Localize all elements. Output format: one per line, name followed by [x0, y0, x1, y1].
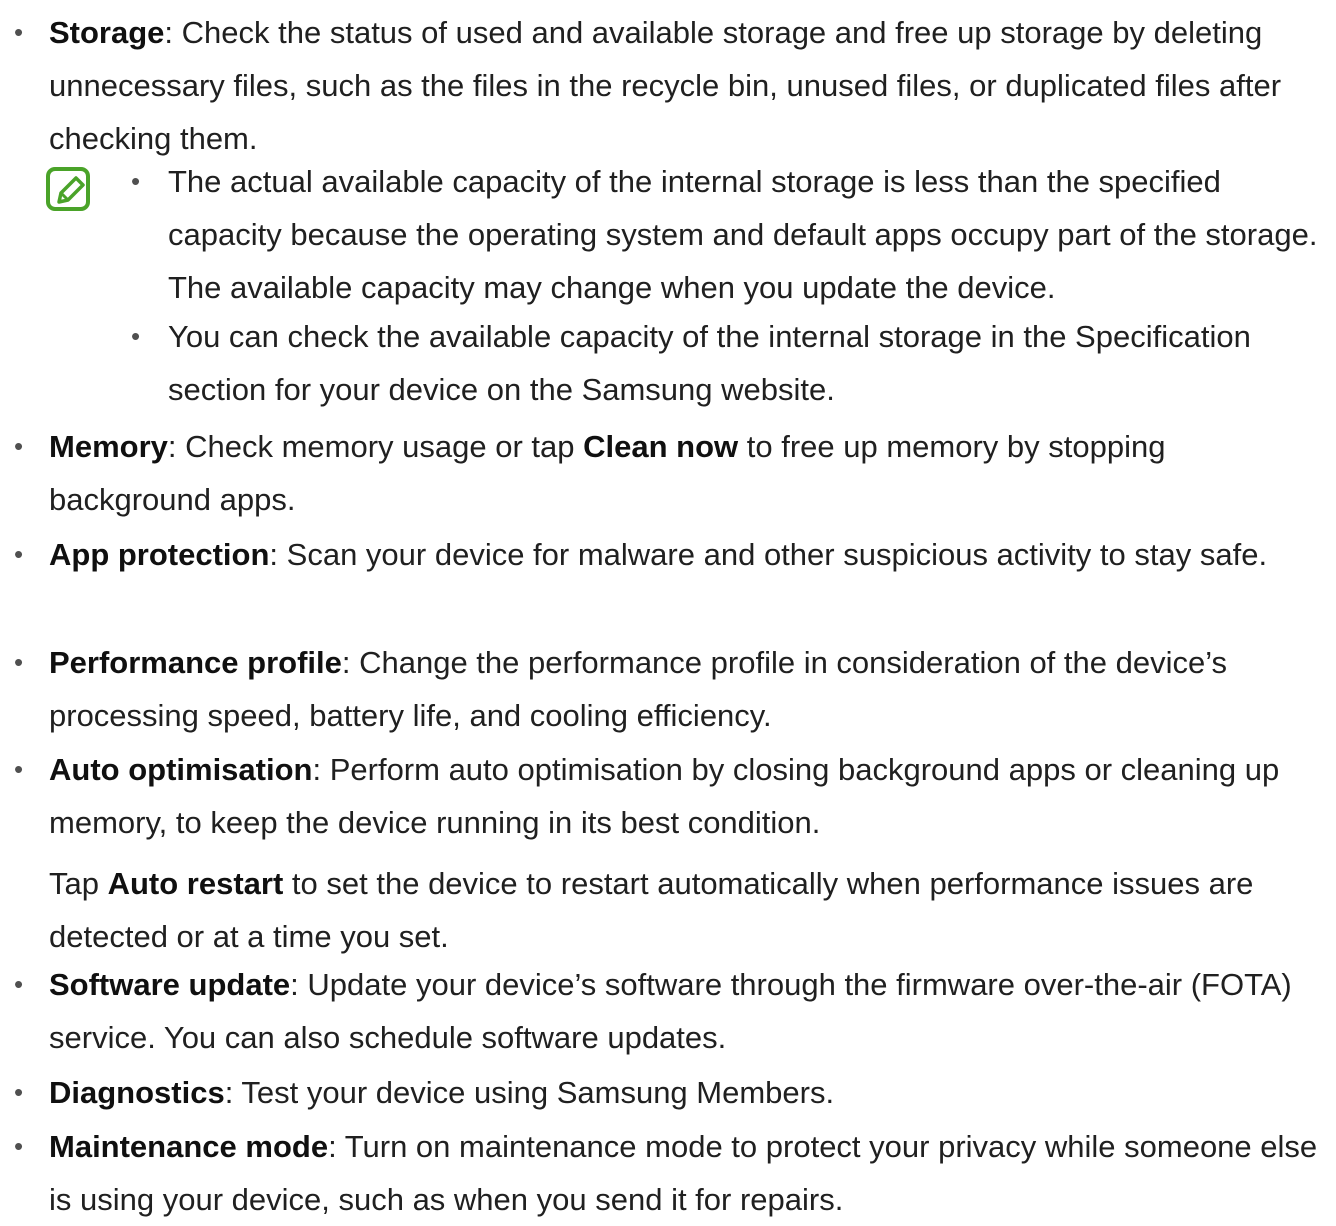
bullet: •: [14, 431, 24, 461]
item-text: Memory: Check memory usage or tap Clean …: [49, 420, 1329, 526]
bullet: •: [14, 17, 24, 47]
item-desc: : Scan your device for malware and other…: [269, 537, 1268, 572]
bullet: •: [14, 539, 24, 569]
item-term: Maintenance mode: [49, 1129, 329, 1164]
item-desc: : Check the status of used and available…: [49, 15, 1282, 156]
item-desc: : Check memory usage or tap: [167, 429, 584, 464]
item-text: Diagnostics: Test your device using Sams…: [49, 1066, 1329, 1119]
bullet: •: [14, 647, 24, 677]
item-text: Performance profile: Change the performa…: [49, 636, 1329, 742]
item-text: Auto optimisation: Perform auto optimisa…: [49, 743, 1329, 849]
item-text: Storage: Check the status of used and av…: [49, 6, 1329, 165]
note-text: The actual available capacity of the int…: [168, 164, 1318, 305]
bullet: •: [131, 166, 141, 196]
item-text: Maintenance mode: Turn on maintenance mo…: [49, 1120, 1329, 1226]
item-desc: : Test your device using Samsung Members…: [224, 1075, 835, 1110]
item-term: Diagnostics: [49, 1075, 225, 1110]
auto-restart-label: Auto restart: [107, 866, 284, 901]
item-term: Software update: [49, 967, 291, 1002]
bullet: •: [14, 1131, 24, 1161]
item-term: Storage: [49, 15, 165, 50]
item-text: App protection: Scan your device for mal…: [49, 528, 1329, 581]
clean-now-label: Clean now: [583, 429, 739, 464]
bullet: •: [14, 1077, 24, 1107]
note-pencil-icon: [45, 166, 93, 214]
item-desc: Tap: [49, 866, 108, 901]
item-subtext: Tap Auto restart to set the device to re…: [49, 857, 1329, 963]
item-term: Performance profile: [49, 645, 342, 680]
bullet: •: [14, 754, 24, 784]
bullet: •: [131, 321, 141, 351]
item-text: Software update: Update your device’s so…: [49, 958, 1329, 1064]
note-text: You can check the available capacity of …: [168, 319, 1251, 407]
item-term: Memory: [49, 429, 168, 464]
item-term: App protection: [49, 537, 270, 572]
bullet: •: [14, 969, 24, 999]
item-term: Auto optimisation: [49, 752, 313, 787]
